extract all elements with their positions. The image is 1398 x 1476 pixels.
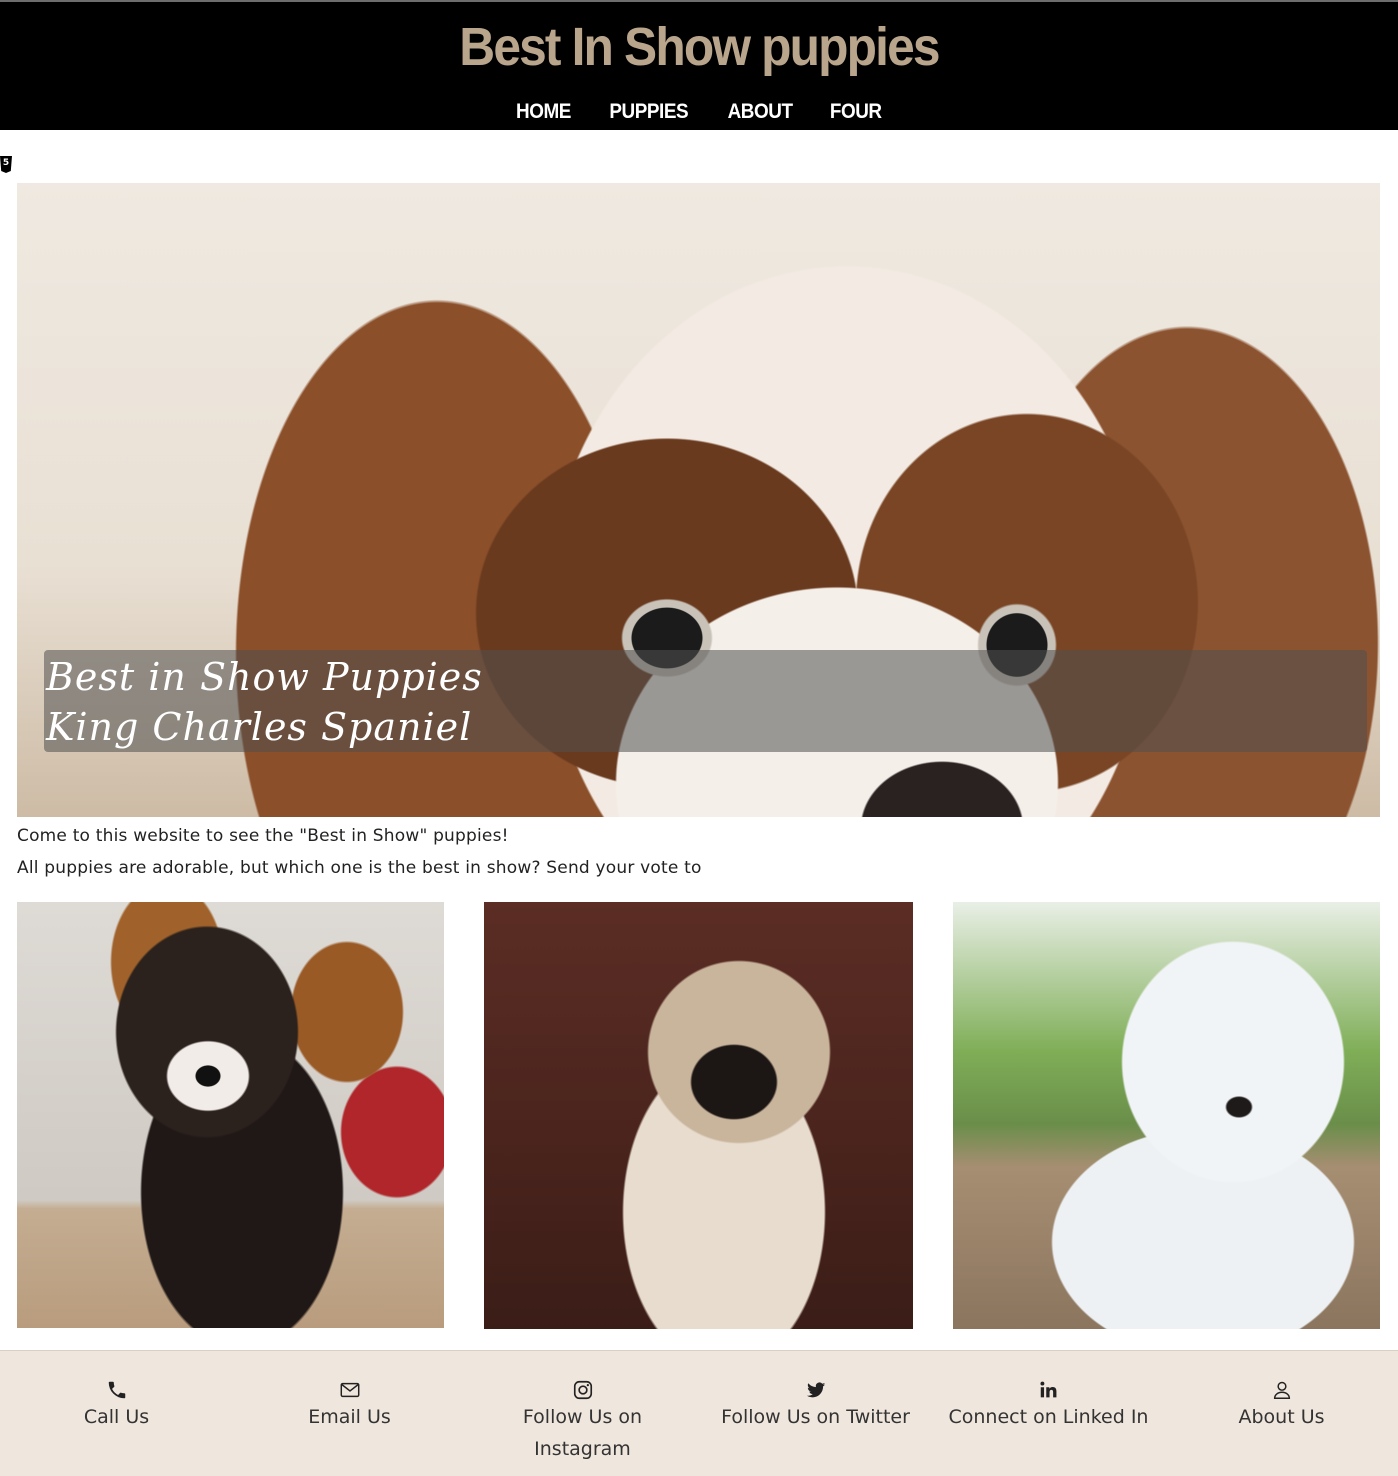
nav-puppies[interactable]: PUPPIES bbox=[610, 100, 689, 124]
footer-instagram-label: Follow Us on Instagram bbox=[522, 1406, 643, 1460]
footer-linkedin[interactable]: Connect on Linked In bbox=[932, 1351, 1165, 1433]
hero-caption: Best in Show Puppies King Charles Spanie… bbox=[44, 650, 1367, 752]
site-footer: Call Us Email Us Follow Us on Instagram … bbox=[0, 1350, 1398, 1476]
pug-puppy-image bbox=[484, 902, 913, 1329]
nav-about[interactable]: ABOUT bbox=[728, 100, 793, 124]
footer-call-us[interactable]: Call Us bbox=[0, 1351, 233, 1433]
site-header: Best In Show puppies HOME PUPPIES ABOUT … bbox=[0, 2, 1398, 130]
nav-four[interactable]: FOUR bbox=[830, 100, 882, 124]
envelope-icon bbox=[340, 1382, 359, 1398]
intro-line-2: All puppies are adorable, but which one … bbox=[17, 858, 702, 878]
hero-caption-breed: King Charles Spaniel bbox=[46, 705, 473, 749]
main-nav: HOME PUPPIES ABOUT FOUR bbox=[0, 100, 1398, 124]
white-puppy-image bbox=[953, 902, 1380, 1329]
footer-email-us-label: Email Us bbox=[308, 1406, 391, 1428]
phone-icon bbox=[108, 1381, 125, 1399]
footer-about-us-label: About Us bbox=[1238, 1406, 1325, 1428]
footer-call-us-label: Call Us bbox=[83, 1406, 150, 1428]
footer-twitter-label: Follow Us on Twitter bbox=[721, 1406, 910, 1428]
user-icon bbox=[1273, 1381, 1290, 1399]
hero-caption-title: Best in Show Puppies bbox=[46, 655, 483, 699]
footer-about-us[interactable]: About Us bbox=[1165, 1351, 1398, 1433]
hero-image-king-charles-spaniel: Best in Show Puppies King Charles Spanie… bbox=[17, 183, 1380, 817]
twitter-icon bbox=[806, 1382, 825, 1398]
footer-linkedin-label: Connect on Linked In bbox=[948, 1406, 1149, 1428]
footer-twitter[interactable]: Follow Us on Twitter bbox=[699, 1351, 932, 1433]
site-title: Best In Show puppies bbox=[459, 17, 940, 77]
footer-instagram[interactable]: Follow Us on Instagram bbox=[466, 1351, 699, 1465]
intro-line-1: Come to this website to see the "Best in… bbox=[17, 826, 509, 846]
corgi-puppy-image bbox=[17, 902, 444, 1328]
instagram-icon bbox=[573, 1380, 592, 1400]
nav-home[interactable]: HOME bbox=[516, 100, 571, 124]
html5-icon: 5 bbox=[0, 156, 12, 173]
linkedin-icon bbox=[1039, 1381, 1056, 1398]
intro-text: Come to this website to see the "Best in… bbox=[17, 820, 1380, 884]
footer-email-us[interactable]: Email Us bbox=[233, 1351, 466, 1433]
